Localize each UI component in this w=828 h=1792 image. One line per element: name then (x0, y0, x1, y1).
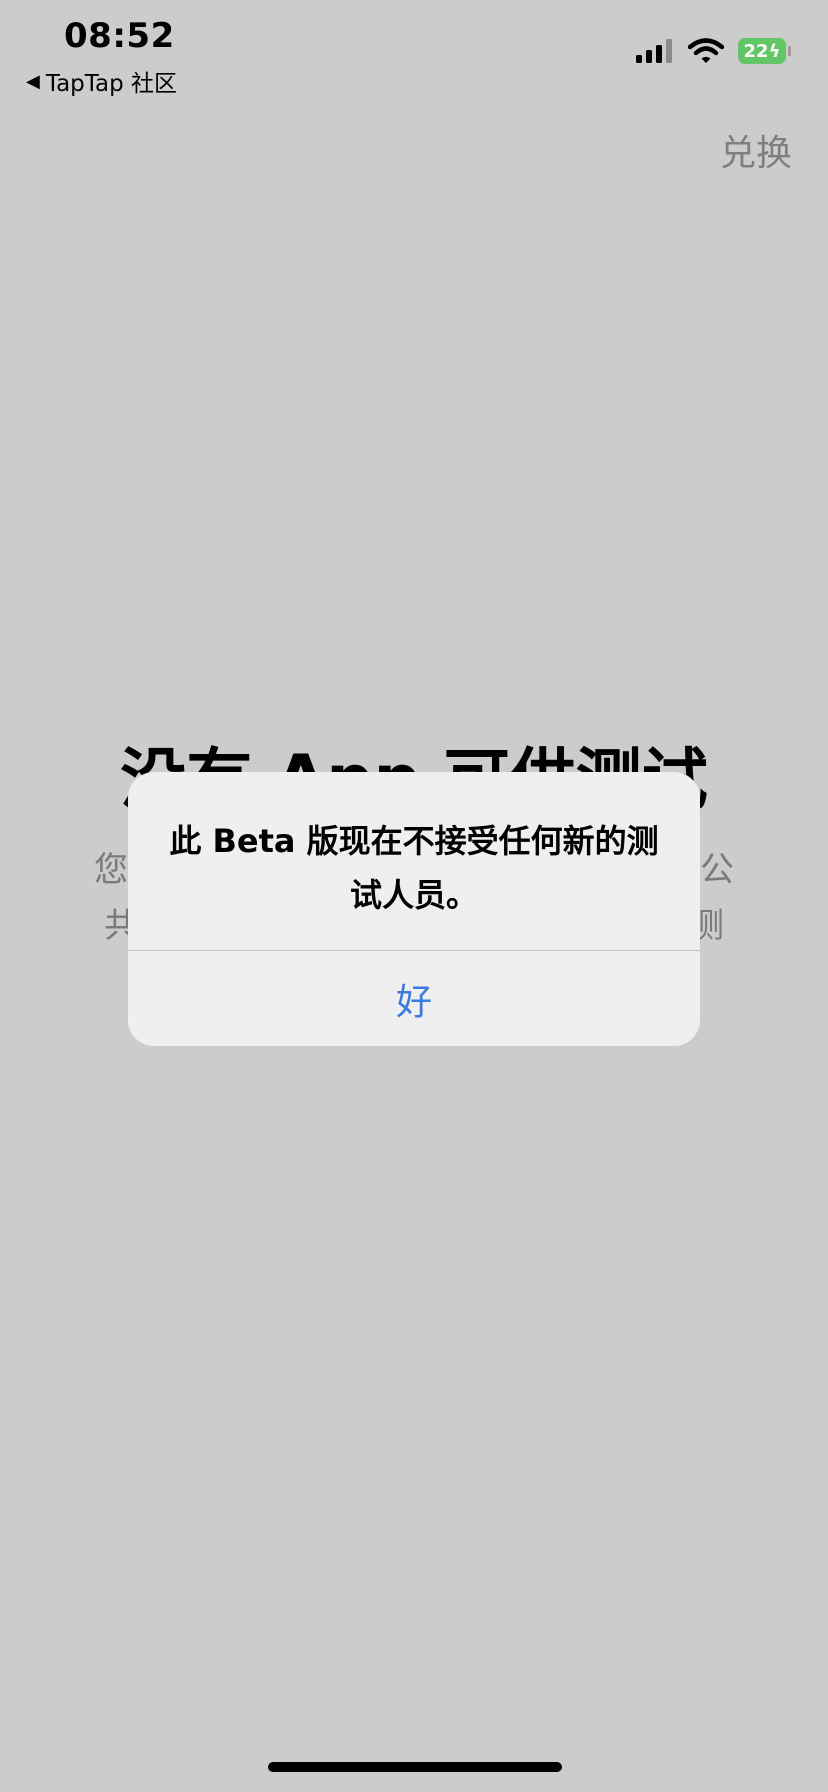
alert-dialog: 此 Beta 版现在不接受任何新的测试人员。 好 (128, 772, 700, 1046)
wifi-icon (688, 38, 724, 63)
back-to-app-button[interactable]: ◀ TapTap 社区 (26, 64, 177, 98)
back-app-label: TapTap 社区 (45, 71, 178, 97)
alert-ok-button[interactable]: 好 (128, 951, 700, 1046)
status-time: 08:52 (64, 16, 175, 56)
status-icons: 22 ϟ (636, 38, 791, 64)
battery-icon: 22 ϟ (738, 38, 791, 64)
cellular-signal-icon (636, 39, 672, 63)
alert-message: 此 Beta 版现在不接受任何新的测试人员。 (169, 822, 659, 914)
charging-bolt-icon: ϟ (768, 40, 781, 62)
desc-line1-end: 公 (700, 850, 734, 890)
home-indicator[interactable] (268, 1762, 562, 1772)
redeem-button[interactable]: 兑换 (720, 124, 792, 176)
battery-level: 22 (743, 40, 769, 62)
back-arrow-icon: ◀ (26, 70, 40, 92)
desc-line1-start: 您 (94, 850, 128, 890)
